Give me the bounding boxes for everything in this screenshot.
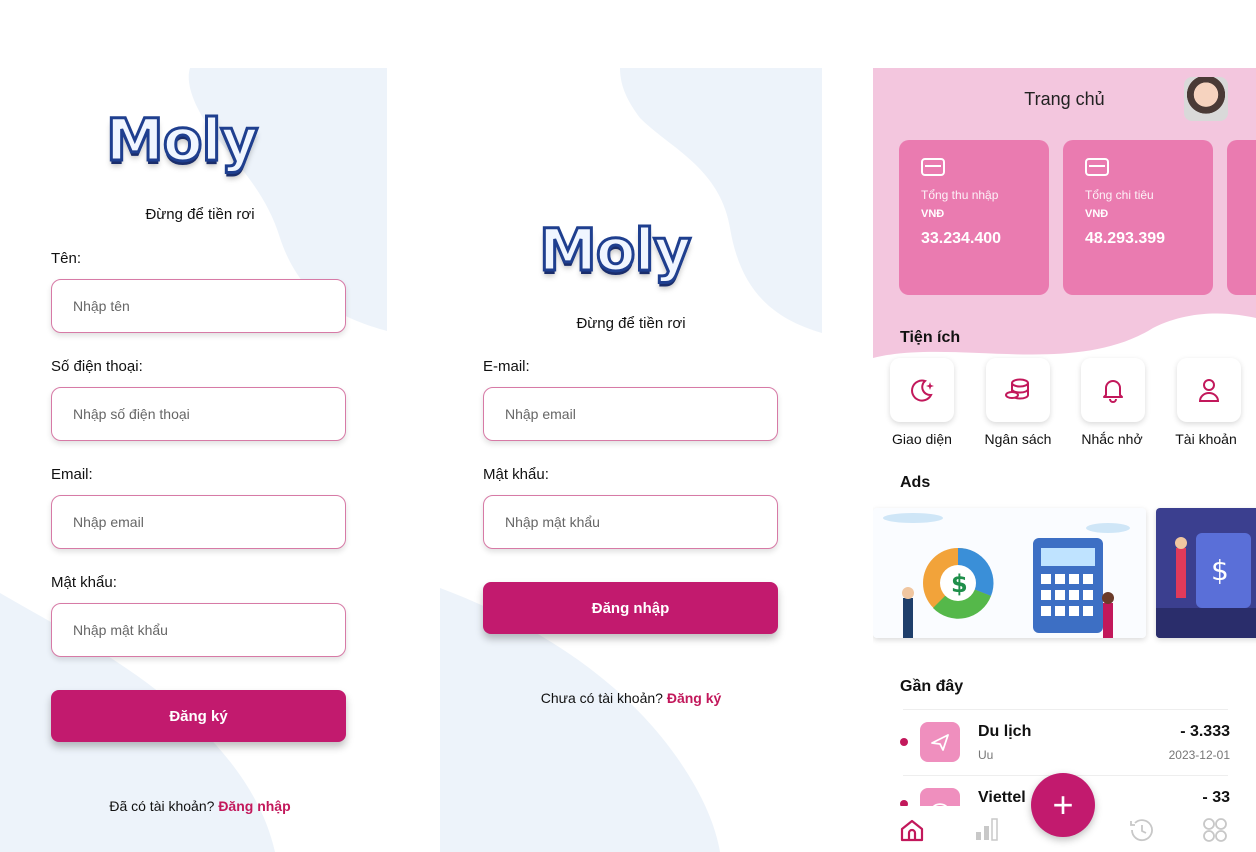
email-placeholder: Nhập email: [505, 406, 576, 422]
theme-label: Giao diện: [892, 431, 952, 447]
ad-banner-2[interactable]: $: [1156, 508, 1256, 638]
transaction-name: Du lịch: [978, 723, 1032, 740]
wallet-icon: [1085, 158, 1109, 176]
background-shapes: [440, 68, 822, 852]
tagline: Đừng để tiền rơi: [145, 206, 255, 223]
avatar[interactable]: [1184, 77, 1228, 121]
name-placeholder: Nhập tên: [73, 298, 130, 314]
email-placeholder: Nhập email: [73, 514, 144, 530]
login-prompt-text: Đã có tài khoản?: [109, 798, 215, 814]
password-input[interactable]: Nhập mật khẩu: [51, 603, 346, 657]
moly-logo: Moly: [537, 215, 692, 286]
phone-label: Số điện thoại:: [51, 358, 143, 375]
email-input[interactable]: Nhập email: [483, 387, 778, 441]
transaction-note: Uu: [978, 748, 994, 762]
phone-input[interactable]: Nhập số điện thoại: [51, 387, 346, 441]
history-icon[interactable]: [1127, 816, 1155, 844]
ad-banner[interactable]: $: [873, 508, 1146, 638]
transaction-dot: [900, 738, 908, 746]
account-label: Tài khoản: [1175, 431, 1237, 447]
card-value: 33.234.400: [921, 230, 1002, 247]
register-button[interactable]: Đăng ký: [51, 690, 346, 742]
budget-label: Ngân sách: [984, 431, 1052, 447]
card-currency: VNĐ: [1085, 208, 1109, 220]
login-button[interactable]: Đăng nhập: [483, 582, 778, 634]
income-card[interactable]: Tổng thu nhập VNĐ 33.234.400: [899, 140, 1049, 295]
svg-text:$: $: [1211, 554, 1229, 587]
budget-button[interactable]: [986, 358, 1050, 422]
email-label: E-mail:: [483, 358, 530, 375]
phone-placeholder: Nhập số điện thoại: [73, 406, 190, 422]
register-prompt-text: Chưa có tài khoản?: [540, 690, 663, 706]
ad-illustration-2: $: [1156, 533, 1256, 638]
transaction-date: 2023-12-01: [1168, 748, 1230, 762]
email-label: Email:: [51, 466, 93, 483]
email-input[interactable]: Nhập email: [51, 495, 346, 549]
register-link[interactable]: Đăng ký: [667, 690, 721, 706]
card-title: Tổng thu nhập: [921, 188, 999, 202]
password-input[interactable]: Nhập mật khẩu: [483, 495, 778, 549]
utilities-title: Tiện ích: [900, 329, 961, 346]
user-icon: [1198, 379, 1220, 402]
register-screen: Moly Đừng để tiền rơi Tên: Nhập tên Số đ…: [0, 68, 387, 852]
transaction-icon-box: [920, 722, 960, 762]
login-prompt: Đã có tài khoản? Đăng nhập: [0, 798, 387, 814]
expense-card[interactable]: Tổng chi tiêu VNĐ 48.293.399: [1063, 140, 1213, 295]
password-label: Mật khẩu:: [51, 574, 117, 591]
divider: [903, 709, 1228, 710]
theme-button[interactable]: [890, 358, 954, 422]
card-value: 48.293.399: [1085, 230, 1166, 247]
wallet-icon: [921, 158, 945, 176]
home-icon[interactable]: [899, 818, 925, 842]
password-label: Mật khẩu:: [483, 466, 549, 483]
ads-title: Ads: [900, 474, 931, 491]
home-screen: Trang chủ Tổng thu nhập VNĐ 33.234.400 T…: [873, 68, 1256, 852]
transaction-amount: - 33: [1202, 789, 1230, 806]
moly-logo: Moly: [104, 105, 259, 176]
tagline: Đừng để tiền rơi: [576, 315, 686, 332]
recent-title: Gần đây: [900, 678, 964, 695]
stats-icon[interactable]: [974, 816, 1000, 842]
register-prompt: Chưa có tài khoản? Đăng ký: [440, 690, 822, 706]
grid-icon[interactable]: [1201, 816, 1229, 844]
theme-icon: [911, 379, 934, 402]
password-placeholder: Nhập mật khẩu: [505, 514, 600, 530]
coins-icon: [1005, 378, 1029, 400]
transaction-name: Viettel: [978, 789, 1026, 806]
bell-icon: [1103, 380, 1123, 403]
login-link[interactable]: Đăng nhập: [218, 798, 290, 814]
login-screen: Moly Đừng để tiền rơi E-mail: Nhập email…: [440, 68, 822, 852]
add-transaction-button[interactable]: +: [1031, 773, 1095, 837]
card-title: Tổng chi tiêu: [1085, 188, 1154, 202]
partial-card[interactable]: [1227, 140, 1256, 295]
transaction-amount: - 3.333: [1180, 723, 1230, 740]
transaction-row[interactable]: Du lịch Uu - 3.333 2023-12-01: [900, 720, 1230, 780]
reminder-label: Nhắc nhở: [1081, 431, 1143, 447]
plane-icon: [931, 734, 949, 751]
name-label: Tên:: [51, 250, 82, 267]
account-button[interactable]: [1177, 358, 1241, 422]
name-input[interactable]: Nhập tên: [51, 279, 346, 333]
svg-text:$: $: [951, 570, 968, 598]
card-currency: VNĐ: [921, 208, 945, 220]
ad-illustration: $: [873, 508, 1146, 638]
password-placeholder: Nhập mật khẩu: [73, 622, 168, 638]
reminder-button[interactable]: [1081, 358, 1145, 422]
